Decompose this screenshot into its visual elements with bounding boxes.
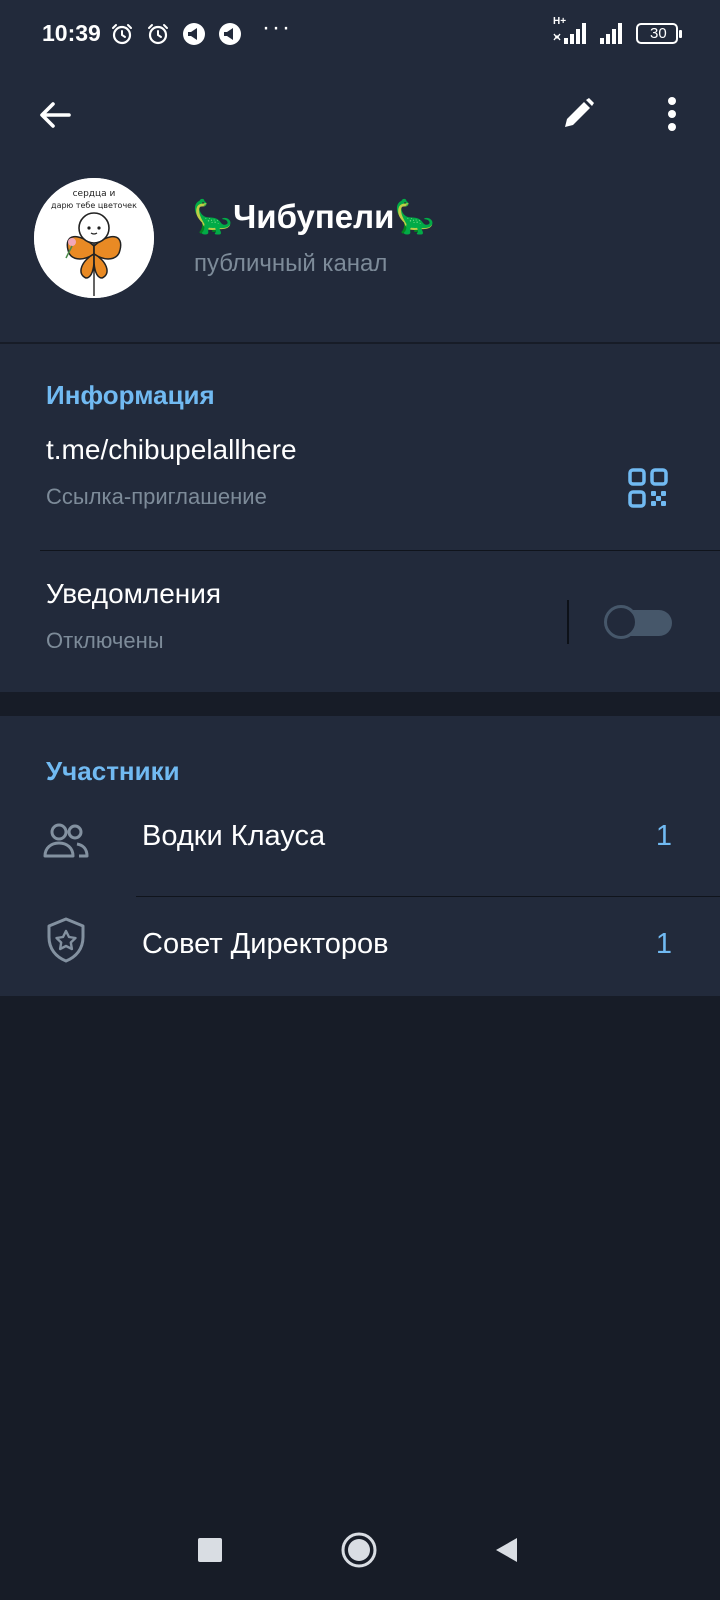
channel-title: 🦕Чибупели🦕 (192, 198, 436, 235)
system-back-button[interactable] (482, 1526, 530, 1574)
signal-icon (598, 18, 628, 51)
alarm-icon (146, 22, 170, 51)
shield-star-icon (40, 914, 92, 966)
info-section-title: Информация (46, 380, 215, 410)
recents-button[interactable] (186, 1526, 234, 1574)
avatar-image: сердца и дарю тебе цветочек (34, 178, 154, 298)
notifications-title: Уведомления (46, 578, 222, 609)
triangle-back-icon (496, 1538, 517, 1562)
edit-button[interactable] (552, 88, 604, 140)
member-label: Водки Клауса (142, 820, 326, 852)
members-section-title: Участники (46, 756, 180, 786)
kebab-menu-icon (668, 97, 676, 131)
status-bar: 10:39 ··· H+ 30 (0, 0, 720, 70)
member-count: 1 (655, 820, 672, 852)
notifications-state: Отключены (46, 628, 164, 653)
invite-link-label: Ссылка-приглашение (46, 484, 267, 509)
divider (40, 550, 720, 551)
qr-code-icon (628, 468, 668, 508)
pencil-icon (565, 98, 594, 127)
channel-type: публичный канал (194, 250, 388, 277)
system-nav-bar (0, 1500, 720, 1600)
network-type-label: H+ (553, 16, 567, 27)
notifications-row[interactable]: Уведомления Отключены (0, 552, 560, 682)
back-button[interactable] (30, 90, 80, 140)
toggle-knob (604, 605, 638, 639)
member-row-sovet-direktorov[interactable]: Совет Директоров 1 (0, 898, 720, 994)
screen: 10:39 ··· H+ 30 сердца и дарю тебе цвето… (0, 0, 720, 1600)
qr-code-button[interactable] (622, 462, 674, 514)
vertical-divider (567, 600, 569, 644)
avatar-caption-bottom: дарю тебе цветочек (51, 201, 137, 210)
channel-avatar[interactable]: сердца и дарю тебе цветочек (34, 178, 154, 298)
people-icon (40, 814, 92, 866)
member-label: Совет Директоров (142, 928, 389, 960)
invite-link: t.me/chibupelallhere (46, 434, 297, 465)
member-count: 1 (655, 928, 672, 960)
invite-link-row[interactable]: t.me/chibupelallhere Ссылка-приглашение (0, 414, 600, 524)
battery-level: 30 (650, 25, 667, 42)
home-button[interactable] (335, 1526, 383, 1574)
notifications-toggle[interactable] (604, 605, 674, 639)
alarm-icon (110, 22, 134, 51)
square-icon (198, 1538, 222, 1562)
megaphone-icon (218, 22, 242, 51)
more-options-button[interactable] (648, 88, 696, 140)
more-notifications-icon: ··· (262, 14, 292, 41)
members-section: Участники Водки Клауса 1 Совет Директоро… (0, 716, 720, 996)
avatar-caption-top: сердца и (73, 189, 116, 199)
status-time: 10:39 (42, 20, 101, 46)
circle-icon (341, 1532, 377, 1568)
divider (136, 896, 720, 897)
info-section: Информация t.me/chibupelallhere Ссылка-п… (0, 344, 720, 692)
channel-header: сердца и дарю тебе цветочек 🦕Чибупели🦕 п… (0, 70, 720, 342)
arrow-left-icon (40, 102, 71, 128)
megaphone-icon (182, 22, 206, 51)
member-row-vodki-klausa[interactable]: Водки Клауса 1 (0, 792, 720, 888)
